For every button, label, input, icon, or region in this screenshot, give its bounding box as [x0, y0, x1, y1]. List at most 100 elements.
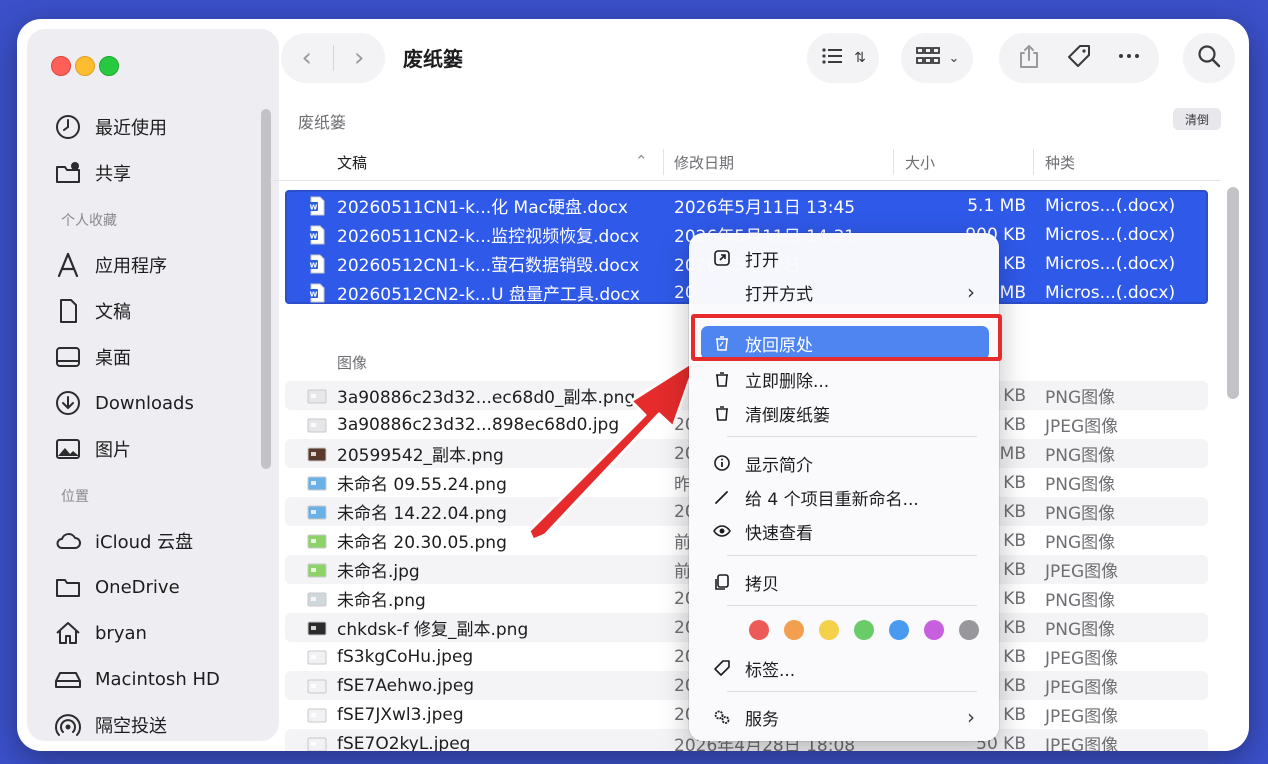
tag-color-swatch[interactable]: [819, 620, 839, 640]
sidebar-item-onedrive[interactable]: OneDrive: [53, 570, 180, 604]
word-document-icon: W: [307, 283, 327, 303]
group-view-button[interactable]: ⌄: [901, 33, 973, 83]
locations-section-title: 位置: [61, 489, 89, 505]
finder-window: 最近使用 共享 个人收藏 应用程序 文稿 桌面 Downloads 图片 位置 …: [17, 19, 1249, 751]
sidebar-item-airdrop[interactable]: 隔空投送: [53, 708, 167, 742]
images-group-label: 图像: [337, 354, 368, 372]
image-thumbnail-icon: [307, 589, 327, 609]
menu-item-open[interactable]: 打开: [701, 241, 989, 275]
menu-item-label: 清倒废纸篓: [745, 405, 830, 426]
file-row[interactable]: W 20260511CN1-k...化 Mac硬盘.docx 2026年5月11日 …: [285, 191, 1208, 220]
sidebar-item-desktop[interactable]: 桌面: [53, 340, 131, 374]
sidebar-item-label: 共享: [95, 164, 131, 185]
empty-trash-button[interactable]: 清倒: [1173, 108, 1221, 130]
search-button[interactable]: [1183, 33, 1235, 83]
menu-item-services[interactable]: 服务 ›: [701, 700, 989, 734]
file-kind: JPEG图像: [1045, 562, 1119, 582]
sidebar-item-label: iCloud 云盘: [95, 532, 194, 553]
sidebar-item-home[interactable]: bryan: [53, 616, 147, 650]
pencil-icon: [711, 488, 733, 506]
sidebar-item-label: bryan: [95, 622, 147, 644]
sidebar-item-icloud[interactable]: iCloud 云盘: [53, 524, 193, 558]
window-title: 废纸篓: [403, 47, 463, 71]
file-name: 20260511CN1-k...化 Mac硬盘.docx: [337, 198, 628, 218]
sidebar-item-recents[interactable]: 最近使用: [53, 110, 167, 144]
divider: [1033, 149, 1034, 175]
image-thumbnail-icon: [307, 531, 327, 551]
file-name: 未命名 09.55.24.png: [337, 475, 507, 495]
image-thumbnail-icon: [307, 415, 327, 435]
sidebar-item-macintosh-hd[interactable]: Macintosh HD: [53, 662, 220, 696]
sidebar-item-label: OneDrive: [95, 576, 180, 598]
image-thumbnail-icon: [307, 386, 327, 406]
sidebar-item-applications[interactable]: 应用程序: [53, 248, 167, 282]
file-kind: JPEG图像: [1045, 649, 1119, 669]
file-date: 2026年5月11日 13:45: [674, 198, 856, 218]
file-kind: PNG图像: [1045, 388, 1116, 408]
menu-item-label: 打开: [745, 250, 779, 271]
file-kind: PNG图像: [1045, 620, 1116, 640]
tag-color-swatch[interactable]: [924, 620, 944, 640]
menu-divider: [727, 555, 977, 556]
tag-color-swatch[interactable]: [784, 620, 804, 640]
column-date-header[interactable]: 修改日期: [674, 152, 734, 173]
tag-color-swatch[interactable]: [959, 620, 979, 640]
menu-item-open-with[interactable]: 打开方式 ›: [701, 275, 989, 309]
menu-item-quick-look[interactable]: 快速查看: [701, 514, 989, 548]
sidebar-item-documents[interactable]: 文稿: [53, 294, 131, 328]
tag-color-swatch[interactable]: [749, 620, 769, 640]
sidebar-item-label: 桌面: [95, 348, 131, 369]
menu-divider: [727, 605, 977, 606]
tag-icon[interactable]: [1066, 43, 1092, 74]
sidebar-item-shared[interactable]: 共享: [53, 156, 131, 190]
airdrop-icon: [53, 710, 83, 740]
menu-item-get-info[interactable]: 显示简介: [701, 446, 989, 480]
share-icon[interactable]: [1016, 43, 1042, 74]
location-label: 废纸篓: [298, 113, 347, 132]
file-kind: PNG图像: [1045, 475, 1116, 495]
folder-icon: [53, 572, 83, 602]
minimize-window-button[interactable]: [75, 56, 95, 76]
file-size: KB: [1003, 646, 1026, 667]
image-thumbnail-icon: [307, 647, 327, 667]
search-icon: [1196, 43, 1222, 74]
file-kind: Micros...(.docx): [1045, 195, 1176, 216]
back-button[interactable]: ‹: [281, 43, 333, 73]
file-size: KB: [1003, 472, 1026, 493]
menu-item-tags[interactable]: 标签...: [701, 651, 989, 685]
menu-divider: [727, 691, 977, 692]
file-kind: PNG图像: [1045, 533, 1116, 553]
file-name: fSE7O2kyL.jpeg: [337, 733, 471, 752]
menu-item-rename[interactable]: 给 4 个项目重新命名...: [701, 480, 989, 514]
column-kind-header[interactable]: 种类: [1045, 152, 1075, 173]
more-icon[interactable]: [1116, 43, 1142, 74]
trash-icon: [711, 404, 733, 422]
zoom-window-button[interactable]: [99, 56, 119, 76]
menu-item-label: 标签...: [745, 660, 796, 681]
menu-item-label: 显示简介: [745, 455, 813, 476]
list-view-button[interactable]: ⇅: [807, 33, 879, 83]
list-view-icon: [820, 43, 846, 74]
file-name: 3a90886c23d32...ec68d0_副本.png: [337, 388, 636, 408]
open-icon: [711, 249, 733, 267]
column-name-header[interactable]: 文稿: [337, 152, 367, 173]
menu-item-delete-immediately[interactable]: 立即删除...: [701, 362, 989, 396]
sidebar-item-pictures[interactable]: 图片: [53, 432, 131, 466]
menu-item-empty-trash[interactable]: 清倒废纸篓: [701, 396, 989, 430]
column-header: 文稿 ⌃ 修改日期 大小 种类: [270, 141, 1220, 181]
shared-folder-icon: [53, 158, 83, 188]
menu-item-label: 打开方式: [745, 284, 813, 305]
sidebar-item-downloads[interactable]: Downloads: [53, 386, 194, 420]
tag-color-swatch[interactable]: [889, 620, 909, 640]
image-thumbnail-icon: [307, 676, 327, 696]
divider: [663, 149, 664, 175]
column-size-header[interactable]: 大小: [905, 152, 935, 173]
close-window-button[interactable]: [51, 56, 71, 76]
file-name: fSE7JXwl3.jpeg: [337, 704, 464, 725]
forward-button[interactable]: ›: [334, 43, 386, 73]
tag-color-swatch[interactable]: [854, 620, 874, 640]
file-list-scrollbar[interactable]: [1227, 187, 1239, 399]
sidebar-item-label: 最近使用: [95, 118, 167, 139]
file-size: KB: [1003, 588, 1026, 609]
menu-item-copy[interactable]: 拷贝: [701, 565, 989, 599]
